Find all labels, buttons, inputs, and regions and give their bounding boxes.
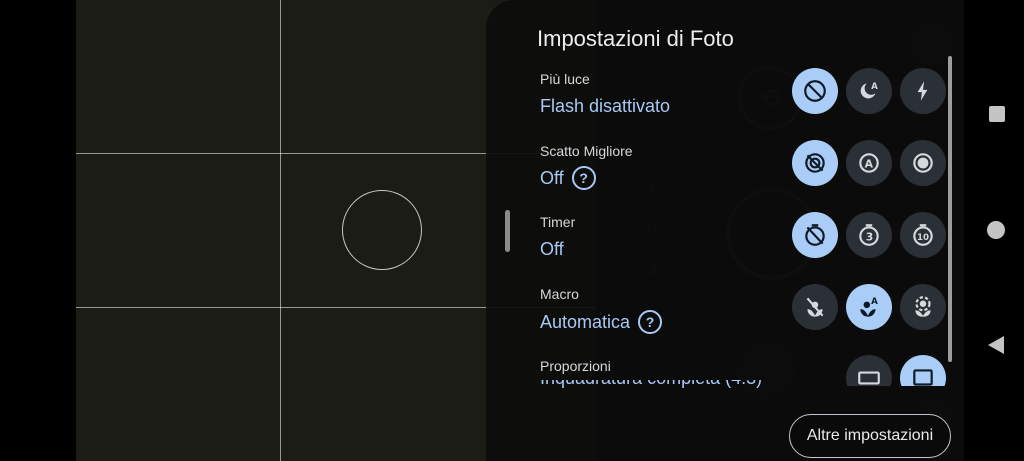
top-shot-off-option[interactable] xyxy=(792,140,838,186)
top-shot-value-text: Off xyxy=(540,167,564,188)
flash-off-option[interactable] xyxy=(792,68,838,114)
top-shot-setting-value: Off ? xyxy=(540,166,596,190)
macro-value-text: Automatica xyxy=(540,311,631,332)
timer-3s-icon: 3 xyxy=(859,224,879,246)
top-shot-on-option[interactable] xyxy=(900,140,946,186)
top-shot-on-icon xyxy=(913,153,933,173)
top-shot-auto-icon: A xyxy=(859,153,879,173)
svg-text:A: A xyxy=(865,157,874,170)
flash-off-icon xyxy=(804,80,826,102)
macro-off-icon xyxy=(806,297,824,317)
timer-10s-icon: 10 xyxy=(913,224,933,246)
flash-value-text: Flash disattivato xyxy=(540,96,671,116)
top-shot-setting-label: Scatto Migliore xyxy=(540,143,633,159)
svg-text:A: A xyxy=(871,297,878,307)
home-icon[interactable] xyxy=(987,221,1005,239)
svg-text:A: A xyxy=(871,82,878,92)
timer-setting-value[interactable]: Off xyxy=(540,239,564,260)
ratio-options-clipped xyxy=(840,355,950,386)
night-auto-option[interactable]: A xyxy=(846,68,892,114)
ratio-setting-value-clipped: Inquadratura completa (4:3) xyxy=(540,380,780,388)
timer-3s-option[interactable]: 3 xyxy=(846,212,892,258)
macro-setting-value: Automatica ? xyxy=(540,310,663,334)
night-auto-icon: A xyxy=(860,82,878,99)
help-icon[interactable]: ? xyxy=(571,166,596,190)
more-settings-button[interactable]: Altre impostazioni xyxy=(789,414,951,458)
macro-on-option[interactable] xyxy=(900,284,946,330)
top-shot-auto-option[interactable]: A xyxy=(846,140,892,186)
flash-setting-value[interactable]: Flash disattivato xyxy=(540,96,670,117)
ratio-16-9-option[interactable] xyxy=(846,355,892,386)
sheet-scrollbar[interactable] xyxy=(948,56,952,362)
focus-ring xyxy=(342,190,422,270)
ratio-4-3-option[interactable] xyxy=(900,355,946,386)
timer-off-icon xyxy=(805,224,825,246)
ratio-4-3-icon xyxy=(913,369,933,386)
top-shot-off-icon xyxy=(805,153,825,173)
timer-off-option[interactable] xyxy=(792,212,838,258)
back-icon[interactable] xyxy=(988,336,1004,354)
help-icon[interactable]: ? xyxy=(638,310,663,334)
macro-auto-icon: A xyxy=(860,297,878,317)
timer-setting-label: Timer xyxy=(540,214,576,230)
ratio-16-9-icon xyxy=(858,371,880,385)
svg-text:10: 10 xyxy=(917,233,929,243)
timer-10s-option[interactable]: 10 xyxy=(900,212,946,258)
flash-on-option[interactable] xyxy=(900,68,946,114)
ratio-setting-label: Proporzioni xyxy=(540,358,611,374)
sheet-title: Impostazioni di Foto xyxy=(537,26,734,51)
timer-value-text: Off xyxy=(540,239,564,259)
sheet-drag-handle[interactable] xyxy=(505,210,510,252)
macro-off-option[interactable] xyxy=(792,284,838,330)
flash-on-icon xyxy=(917,81,928,101)
photo-settings-sheet xyxy=(486,0,964,461)
macro-on-icon xyxy=(915,296,931,317)
flash-setting-label: Più luce xyxy=(540,71,590,87)
macro-auto-option[interactable]: A xyxy=(846,284,892,330)
svg-text:3: 3 xyxy=(866,230,874,243)
macro-setting-label: Macro xyxy=(540,286,579,302)
recents-icon[interactable] xyxy=(989,106,1005,122)
grid-line-vertical xyxy=(280,0,281,461)
